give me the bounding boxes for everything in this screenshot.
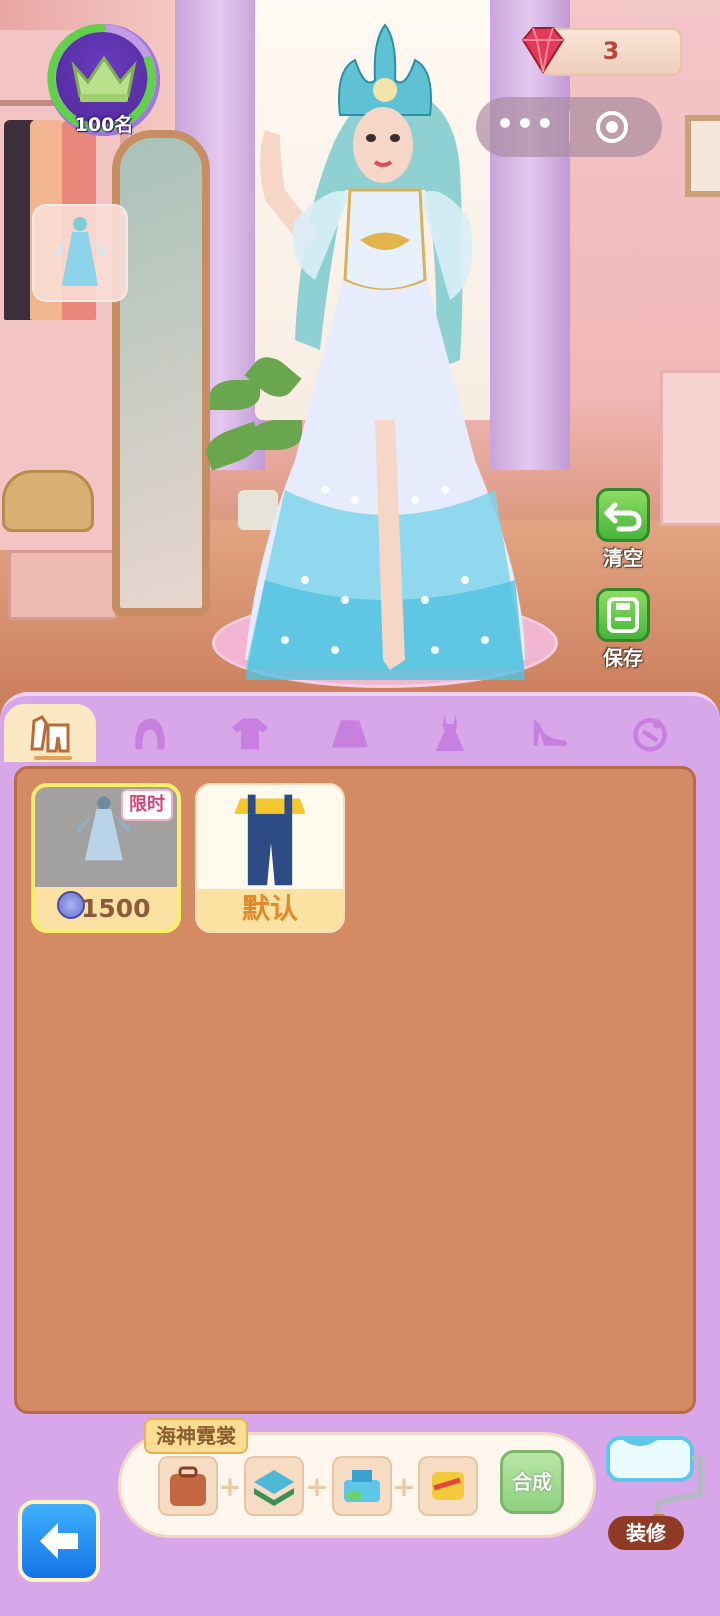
save-label: 保存 — [603, 646, 643, 670]
save-disk-icon — [607, 597, 639, 633]
item-card-default-outfit[interactable]: 默认 — [195, 783, 345, 933]
tab-accessories[interactable] — [604, 704, 696, 762]
standing-mirror — [112, 130, 210, 616]
ingredient-slot-fabric[interactable] — [244, 1456, 304, 1516]
crown-icon — [71, 55, 137, 102]
fabric-bundle-icon — [254, 1470, 294, 1506]
more-options-icon[interactable]: ••• — [496, 109, 556, 145]
decorate-label[interactable]: 装修 — [608, 1516, 684, 1550]
tab-hair[interactable] — [104, 704, 196, 762]
tab-skirts[interactable] — [304, 704, 396, 762]
thread-spool-icon — [432, 1472, 464, 1500]
default-label: 默认 — [241, 892, 298, 925]
outfit-thumbnail-figure — [54, 217, 106, 286]
ingredient-slot-thread[interactable] — [418, 1456, 478, 1516]
sewing-machine-icon — [344, 1470, 380, 1502]
side-table — [660, 370, 720, 526]
clear-label: 清空 — [603, 546, 643, 570]
save-button[interactable] — [596, 588, 650, 642]
skirt-icon — [331, 720, 369, 748]
item-card-sea-god-dress[interactable]: 限时 1500 — [31, 783, 181, 933]
rank-badge[interactable]: 100名 — [47, 23, 160, 136]
back-arrow-icon — [40, 1523, 78, 1559]
mini-program-capsule: ••• — [476, 97, 662, 157]
plus-sign: + — [305, 1470, 329, 1503]
item-price-bar: 1500 — [35, 887, 177, 929]
plus-sign: + — [392, 1470, 416, 1503]
tab-outfit-set[interactable] — [4, 704, 96, 762]
back-button[interactable] — [18, 1500, 100, 1582]
plus-sign: + — [218, 1470, 242, 1503]
suitcase-icon — [170, 1466, 206, 1506]
tab-tops[interactable] — [204, 704, 296, 762]
accessory-icon — [633, 718, 667, 752]
ruby-gem-icon — [521, 27, 565, 74]
ingredient-slot-suitcase[interactable] — [158, 1456, 218, 1516]
recipe-title: 海神霓裳 — [144, 1418, 248, 1454]
category-tabs — [0, 704, 720, 764]
ingredient-slot-machine[interactable] — [332, 1456, 392, 1516]
rank-label: 100名 — [74, 114, 134, 136]
outfit-preview-thumbnail[interactable] — [32, 204, 128, 302]
hair-icon — [135, 718, 165, 750]
dress-icon — [435, 714, 465, 752]
top-icon — [231, 718, 269, 750]
clear-button[interactable] — [596, 488, 650, 542]
item-grid: 限时 1500 默认 — [14, 766, 696, 1414]
limited-time-tag: 限时 — [121, 789, 173, 821]
undo-arrow-icon — [604, 502, 642, 532]
item-price: 1500 — [81, 894, 151, 923]
tab-dresses[interactable] — [404, 704, 496, 762]
overalls-preview — [234, 794, 306, 886]
tab-shoes[interactable] — [504, 704, 596, 762]
exit-target-icon[interactable] — [596, 111, 628, 143]
merge-button[interactable]: 合成 — [500, 1450, 564, 1514]
handbag — [2, 470, 94, 532]
wall-frame — [685, 115, 720, 197]
item-label-bar: 默认 — [197, 889, 343, 931]
outfit-set-icon — [30, 715, 70, 753]
high-heel-icon — [533, 720, 567, 746]
